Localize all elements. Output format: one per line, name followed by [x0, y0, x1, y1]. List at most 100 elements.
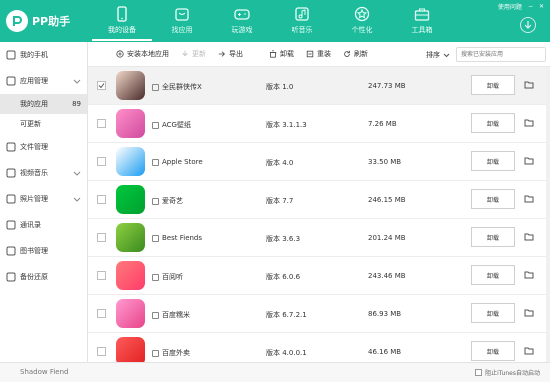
- row-checkbox[interactable]: [97, 81, 106, 90]
- table-row[interactable]: Apple Store 版本 4.0 33.50 MB 卸载: [88, 143, 550, 181]
- app-version: 版本 3.1.1.3: [266, 121, 307, 129]
- folder-icon[interactable]: [524, 118, 534, 128]
- nav-tab-1[interactable]: 找应用: [152, 3, 212, 41]
- minimize-button[interactable]: −: [528, 3, 533, 10]
- sidebar-item-6[interactable]: 照片管理: [0, 186, 87, 212]
- row-checkbox[interactable]: [97, 195, 106, 204]
- device-icon: [152, 83, 159, 91]
- folder-icon[interactable]: [524, 232, 534, 242]
- uninstall-row-button[interactable]: 卸载: [471, 75, 515, 95]
- table-row[interactable]: 百度糯米 版本 6.7.2.1 86.93 MB 卸载: [88, 295, 550, 333]
- export-button[interactable]: 导出: [218, 49, 243, 59]
- itunes-checkbox[interactable]: [475, 369, 483, 376]
- table-row[interactable]: ACG壁纸 版本 3.1.1.3 7.26 MB 卸载: [88, 105, 550, 143]
- reinstall-icon: [306, 50, 314, 58]
- sidebar-item-3[interactable]: 可更新: [0, 114, 87, 134]
- folder-icon: [6, 142, 16, 152]
- table-row[interactable]: Best Fiends 版本 3.6.3 201.24 MB 卸载: [88, 219, 550, 257]
- phone-icon: [117, 6, 127, 22]
- update-icon: [182, 50, 188, 57]
- sidebar-item-5[interactable]: 视频音乐: [0, 160, 87, 186]
- uninstall-row-button[interactable]: 卸载: [471, 189, 515, 209]
- star-icon: [354, 6, 370, 22]
- nav-tab-label: 玩游戏: [231, 26, 253, 34]
- uninstall-label: 卸载: [280, 50, 294, 58]
- row-checkbox[interactable]: [97, 271, 106, 280]
- table-row[interactable]: 全民群侠传X 版本 1.0 247.73 MB 卸载: [88, 67, 550, 105]
- sidebar-item-7[interactable]: 通讯录: [0, 212, 87, 238]
- nav-tab-label: 听音乐: [291, 26, 313, 34]
- app-name: 爱奇艺: [162, 197, 183, 205]
- uninstall-row-button[interactable]: 卸载: [471, 341, 515, 361]
- sidebar-item-label: 图书管理: [20, 247, 48, 255]
- row-checkbox[interactable]: [97, 157, 106, 166]
- app-version: 版本 6.0.6: [266, 273, 301, 281]
- window-controls: 使用问题 − ✕: [492, 2, 544, 11]
- update-button[interactable]: 更新: [181, 49, 206, 59]
- uninstall-row-button[interactable]: 卸载: [471, 113, 515, 133]
- nav-tab-5[interactable]: 工具箱: [392, 3, 452, 41]
- export-label: 导出: [229, 50, 243, 58]
- row-checkbox[interactable]: [97, 119, 106, 128]
- nav-tab-2[interactable]: 玩游戏: [212, 3, 272, 41]
- refresh-icon: [344, 50, 350, 57]
- sort-dropdown[interactable]: 排序: [426, 50, 450, 60]
- table-row[interactable]: 爱奇艺 版本 7.7 246.15 MB 卸载: [88, 181, 550, 219]
- app-name-cell: 百度外卖: [152, 348, 190, 358]
- refresh-label: 刷新: [354, 50, 368, 58]
- folder-icon[interactable]: [524, 156, 534, 166]
- app-icon: [116, 223, 145, 252]
- app-version: 版本 7.7: [266, 197, 294, 205]
- table-row[interactable]: 百度外卖 版本 4.0.0.1 46.16 MB 卸载: [88, 333, 550, 363]
- nav-tab-0[interactable]: 我的设备: [92, 3, 152, 41]
- reinstall-button[interactable]: 重装: [306, 49, 331, 59]
- backup-icon: [6, 272, 16, 282]
- table-row[interactable]: 百阅听 版本 6.0.6 243.46 MB 卸载: [88, 257, 550, 295]
- itunes-label: 阻止iTunes自动启动: [485, 370, 540, 377]
- folder-icon[interactable]: [524, 80, 534, 90]
- row-checkbox[interactable]: [97, 309, 106, 318]
- uninstall-button[interactable]: 卸载: [269, 49, 294, 59]
- music-icon: [295, 7, 309, 21]
- folder-icon[interactable]: [524, 194, 534, 204]
- sidebar-item-8[interactable]: 图书管理: [0, 238, 87, 264]
- folder-icon[interactable]: [524, 346, 534, 356]
- device-icon: [152, 349, 159, 357]
- uninstall-row-button[interactable]: 卸载: [471, 265, 515, 285]
- install-local-app-button[interactable]: 安装本地应用: [116, 49, 169, 59]
- sidebar-item-0[interactable]: 我的手机: [0, 42, 87, 68]
- export-icon: [218, 51, 225, 57]
- chevron-down-icon: [443, 53, 450, 57]
- app-size: 247.73 MB: [368, 82, 406, 90]
- download-icon[interactable]: [520, 17, 536, 33]
- plus-circle-icon: [116, 50, 124, 58]
- uninstall-row-button[interactable]: 卸载: [471, 151, 515, 171]
- nav-tab-3[interactable]: 听音乐: [272, 3, 332, 41]
- app-size: 201.24 MB: [368, 234, 406, 242]
- sidebar-item-label: 视频音乐: [20, 169, 48, 177]
- sidebar: 我的手机 应用管理 我的应用 89 可更新 文件管理视频音乐照片管理 通讯录图书管理备份还原: [0, 42, 88, 362]
- nav-tab-4[interactable]: 个性化: [332, 3, 392, 41]
- itunes-option[interactable]: 阻止iTunes自动启动: [475, 368, 540, 377]
- app-name: 全民群侠传X: [162, 83, 202, 91]
- uninstall-row-button[interactable]: 卸载: [471, 227, 515, 247]
- install-label: 安装本地应用: [127, 50, 169, 58]
- refresh-button[interactable]: 刷新: [343, 49, 368, 59]
- feedback-link[interactable]: 使用问题: [498, 2, 522, 11]
- sidebar-item-9[interactable]: 备份还原: [0, 264, 87, 290]
- close-button[interactable]: ✕: [539, 3, 544, 10]
- search-input[interactable]: [456, 47, 546, 62]
- folder-icon[interactable]: [524, 308, 534, 318]
- row-checkbox[interactable]: [97, 233, 106, 242]
- sidebar-item-2[interactable]: 我的应用 89: [0, 94, 87, 114]
- app-name: 百阅听: [162, 273, 183, 281]
- folder-icon[interactable]: [524, 270, 534, 280]
- row-checkbox[interactable]: [97, 347, 106, 356]
- app-icon: [116, 109, 145, 138]
- list-scrollbar[interactable]: [546, 67, 550, 363]
- reinstall-label: 重装: [317, 50, 331, 58]
- app-count-badge: 89: [72, 100, 81, 108]
- uninstall-row-button[interactable]: 卸载: [471, 303, 515, 323]
- sidebar-item-4[interactable]: 文件管理: [0, 134, 87, 160]
- sidebar-item-1[interactable]: 应用管理: [0, 68, 87, 94]
